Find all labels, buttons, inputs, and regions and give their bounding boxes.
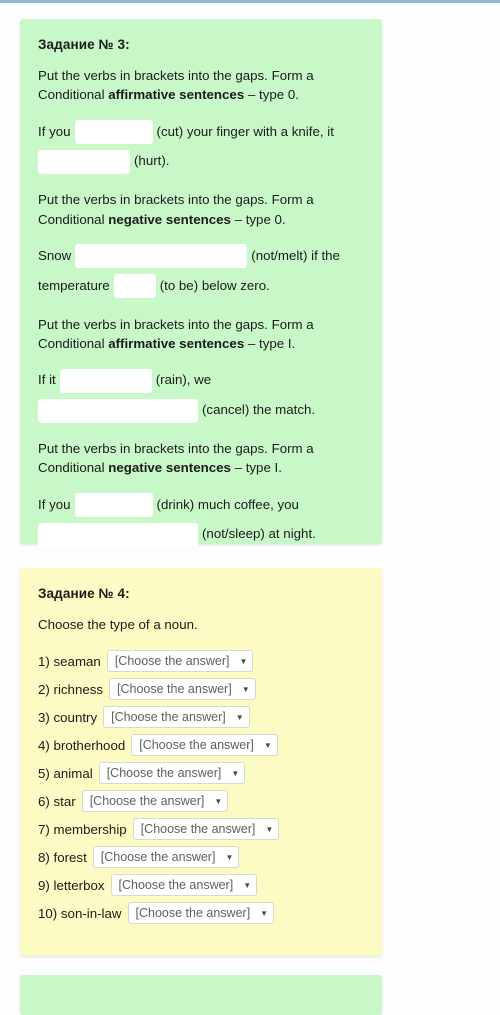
noun-select-6-value: [Choose the answer] — [89, 794, 205, 809]
gap-input-1[interactable] — [74, 120, 153, 145]
noun-select-6[interactable]: [Choose the answer] ▼ — [81, 790, 229, 813]
instruction-4-post: – type I. — [230, 460, 282, 476]
sentence-1-part-2: (cut) your finger with a knife, it — [156, 123, 334, 139]
noun-row-4: 4) brotherhood [Choose the answer] ▼ — [38, 734, 364, 757]
task-3-instruction-1: Put the verbs in brackets into the gaps.… — [38, 66, 364, 105]
task-3-instruction-2: Put the verbs in brackets into the gaps.… — [38, 190, 364, 229]
noun-select-1-value: [Choose the answer] — [114, 654, 230, 669]
instruction-2-post: – type 0. — [230, 211, 286, 227]
sentence-1-part-1: If you — [38, 123, 71, 139]
task-card-3: Задание № 3: Put the verbs in brackets i… — [20, 19, 382, 547]
noun-select-5[interactable]: [Choose the answer] ▼ — [98, 762, 246, 785]
noun-select-7[interactable]: [Choose the answer] ▼ — [132, 818, 280, 841]
noun-row-7: 7) membership [Choose the answer] ▼ — [38, 818, 364, 841]
noun-label-8: 8) forest — [38, 849, 87, 865]
instruction-1-post: – type 0. — [244, 87, 299, 103]
chevron-down-icon: ▼ — [263, 741, 272, 751]
task-3-title: Задание № 3: — [38, 37, 130, 52]
instruction-3-post: – type I. — [244, 335, 296, 351]
chevron-down-icon: ▼ — [260, 909, 269, 919]
chevron-down-icon: ▼ — [241, 685, 250, 695]
noun-row-8: 8) forest [Choose the answer] ▼ — [38, 846, 364, 869]
noun-select-1[interactable]: [Choose the answer] ▼ — [106, 650, 254, 673]
noun-select-9[interactable]: [Choose the answer] ▼ — [110, 874, 258, 897]
chevron-down-icon: ▼ — [231, 769, 240, 779]
noun-row-3: 3) country [Choose the answer] ▼ — [38, 706, 364, 729]
noun-label-1: 1) seaman — [38, 653, 101, 669]
noun-select-3-value: [Choose the answer] — [111, 710, 226, 725]
sentence-3-part-3: (cancel) the match. — [202, 402, 316, 418]
noun-row-2: 2) richness [Choose the answer] ▼ — [38, 678, 364, 701]
chevron-down-icon: ▼ — [239, 657, 248, 667]
noun-label-7: 7) membership — [38, 821, 127, 837]
noun-select-10-value: [Choose the answer] — [135, 906, 251, 921]
gap-input-3[interactable] — [75, 244, 248, 269]
task-3-sentence-4: If you (drink) much coffee, you (not/sleep… — [38, 490, 364, 550]
noun-select-2-value: [Choose the answer] — [117, 682, 232, 697]
chevron-down-icon: ▼ — [214, 797, 223, 807]
noun-row-9: 9) letterbox [Choose the answer] ▼ — [38, 874, 364, 897]
noun-select-8[interactable]: [Choose the answer] ▼ — [92, 846, 240, 869]
task-3-sentence-1: If you (cut) your finger with a knife, it… — [38, 117, 364, 177]
gap-input-6[interactable] — [38, 398, 198, 423]
task-3-sentence-3: If it (rain), we (cancel) the match. — [38, 365, 364, 425]
sentence-2-part-1: Snow — [38, 247, 72, 263]
noun-select-3[interactable]: [Choose the answer] ▼ — [103, 706, 250, 729]
chevron-down-icon: ▼ — [265, 825, 274, 835]
gap-input-2[interactable] — [38, 149, 130, 174]
task-3-instruction-3: Put the verbs in brackets into the gaps.… — [38, 315, 364, 354]
noun-label-3: 3) country — [38, 709, 98, 725]
task-3-sentence-2: Snow (not/melt) if the temperature (to be)… — [38, 241, 364, 301]
sentence-2-part-3: (to be) below zero. — [159, 277, 270, 293]
noun-label-9: 9) letterbox — [38, 877, 105, 893]
task-card-5-partial — [20, 975, 382, 1015]
noun-row-1: 1) seaman [Choose the answer] ▼ — [38, 650, 364, 673]
instruction-4-bold: negative sentences — [108, 460, 231, 476]
gap-input-5[interactable] — [59, 368, 152, 393]
sentence-4-part-3: (not/sleep) at night. — [202, 526, 316, 542]
sentence-3-part-1: If it — [38, 372, 56, 388]
instruction-2-bold: negative sentences — [108, 211, 231, 227]
sentence-4-part-1: If you — [38, 496, 71, 512]
noun-row-5: 5) animal [Choose the answer] ▼ — [38, 762, 364, 785]
noun-label-2: 2) richness — [38, 681, 104, 697]
noun-select-2[interactable]: [Choose the answer] ▼ — [109, 678, 256, 701]
noun-select-4-value: [Choose the answer] — [139, 738, 254, 753]
noun-select-9-value: [Choose the answer] — [118, 878, 234, 893]
noun-row-10: 10) son-in-law [Choose the answer] ▼ — [38, 902, 364, 925]
task-3-instruction-4: Put the verbs in brackets into the gaps.… — [38, 439, 364, 478]
gap-input-4[interactable] — [113, 274, 156, 299]
noun-row-6: 6) star [Choose the answer] ▼ — [38, 790, 364, 813]
noun-label-5: 5) animal — [38, 765, 93, 781]
noun-label-6: 6) star — [38, 793, 76, 809]
sentence-1-part-3: (hurt). — [134, 153, 170, 169]
top-browser-bar — [0, 0, 500, 3]
noun-select-4[interactable]: [Choose the answer] ▼ — [131, 734, 278, 757]
task-4-instruction: Choose the type of a noun. — [38, 617, 198, 632]
chevron-down-icon: ▼ — [225, 853, 234, 863]
task-card-4: Задание № 4: Choose the type of a noun. … — [20, 568, 382, 956]
gap-input-7[interactable] — [74, 493, 153, 518]
sentence-3-part-2: (rain), we — [155, 372, 212, 388]
gap-input-8[interactable] — [38, 522, 198, 547]
instruction-1-bold: affirmative sentences — [108, 87, 245, 103]
sentence-4-part-2: (drink) much coffee, you — [156, 496, 299, 512]
noun-select-5-value: [Choose the answer] — [106, 766, 222, 781]
noun-label-10: 10) son-in-law — [38, 905, 122, 921]
chevron-down-icon: ▼ — [243, 881, 252, 891]
instruction-3-bold: affirmative sentences — [108, 335, 245, 351]
noun-select-8-value: [Choose the answer] — [100, 850, 216, 865]
task-4-title: Задание № 4: — [38, 586, 130, 601]
noun-select-7-value: [Choose the answer] — [140, 822, 256, 837]
noun-label-4: 4) brotherhood — [38, 737, 126, 753]
noun-select-10[interactable]: [Choose the answer] ▼ — [127, 902, 275, 925]
chevron-down-icon: ▼ — [235, 713, 244, 723]
